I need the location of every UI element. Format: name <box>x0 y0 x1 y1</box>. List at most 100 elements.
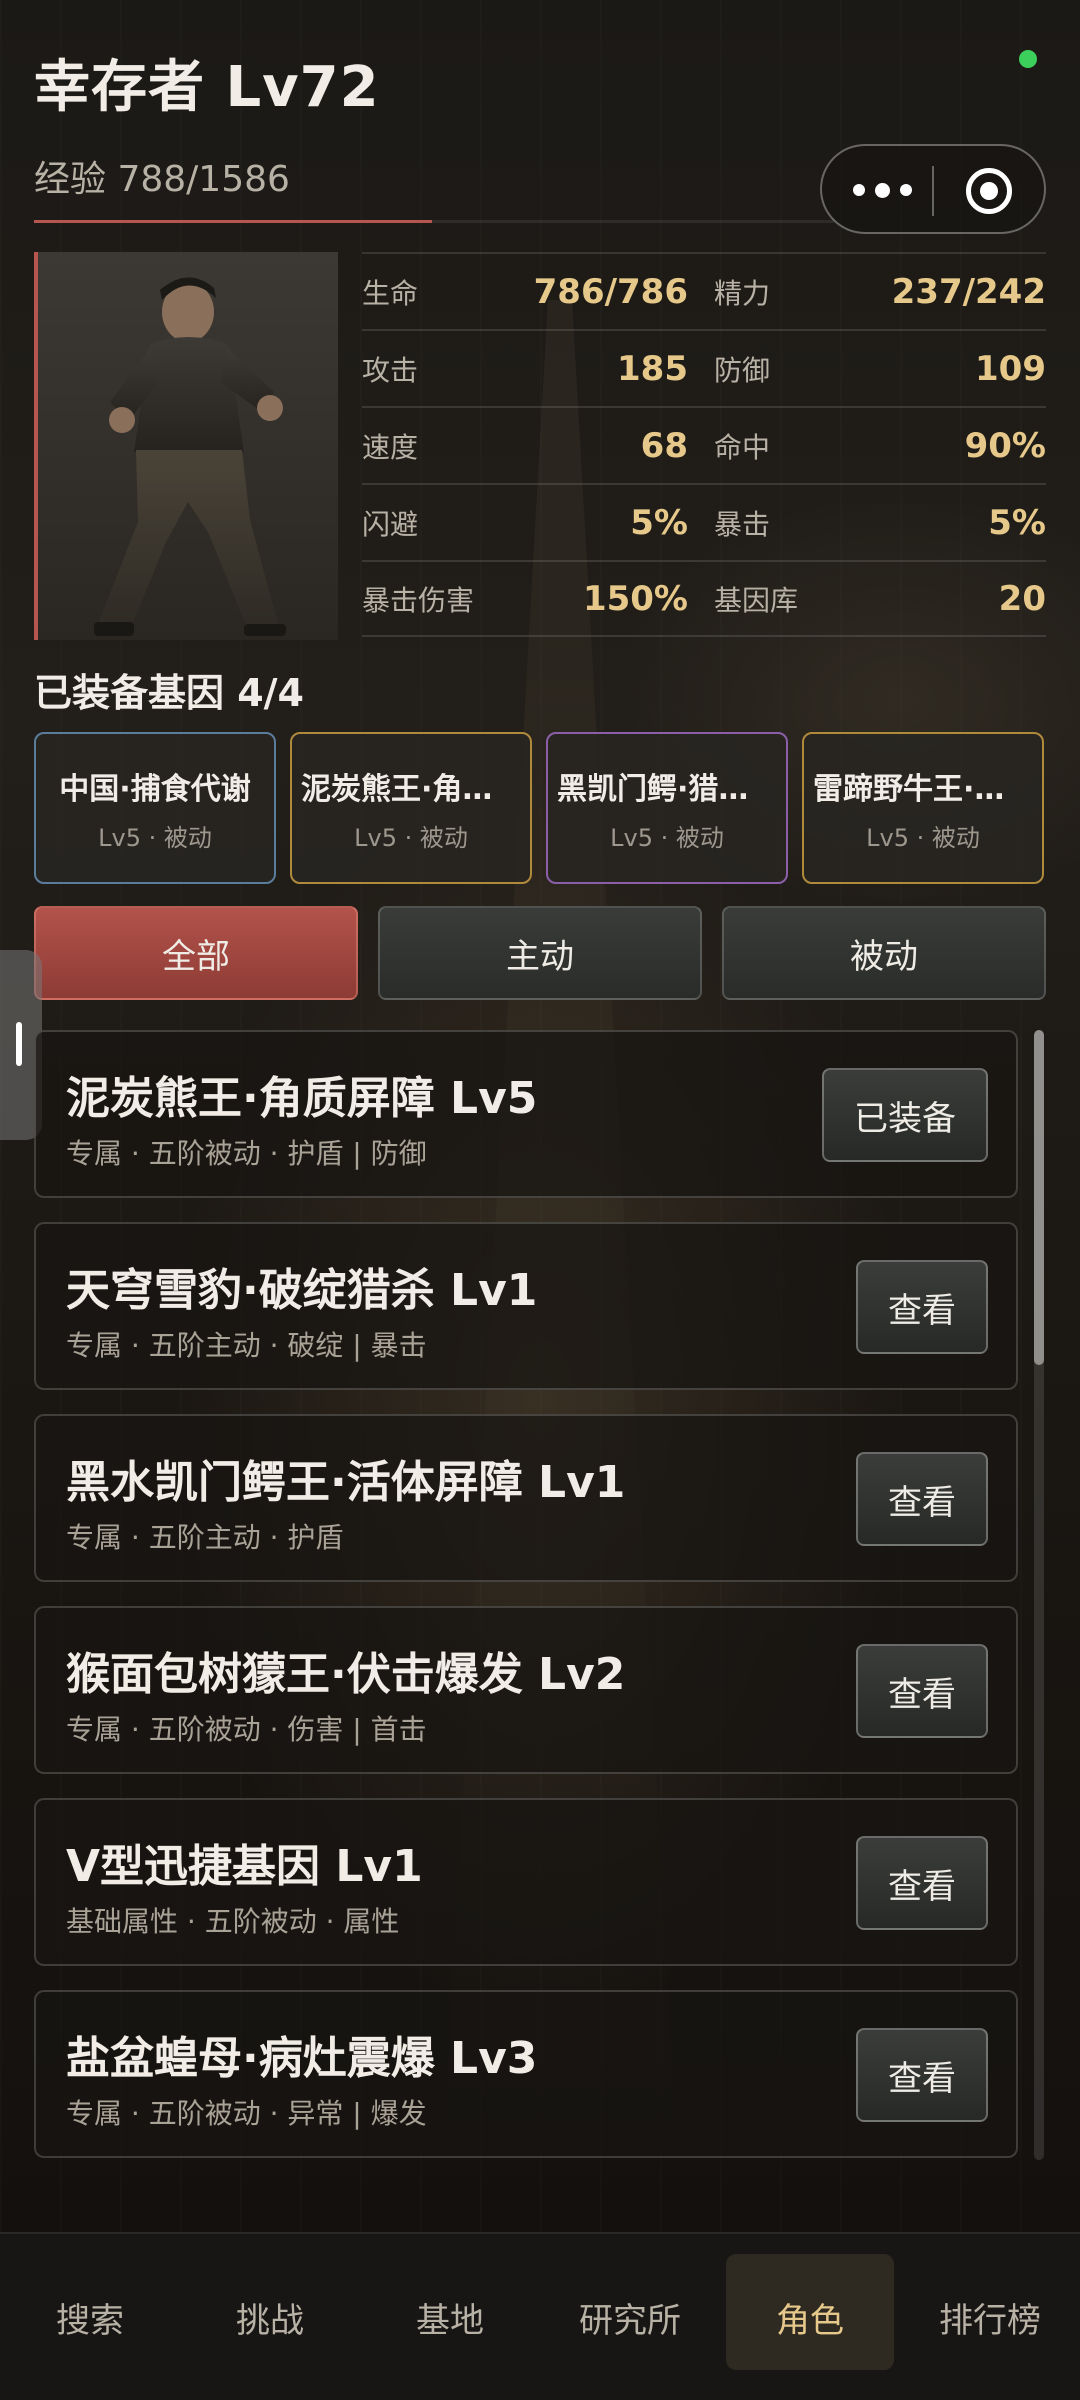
equipped-genes-title: 已装备基因 4/4 <box>34 671 304 715</box>
stat-value: 237/242 <box>891 271 1046 312</box>
nav-item[interactable]: 排行榜 <box>900 2234 1080 2400</box>
online-status-dot <box>1019 50 1037 68</box>
nav-item[interactable]: 角色 <box>720 2234 900 2400</box>
equipped-gene-name: 黑凯门鳄·猎杀之刃 <box>557 771 777 807</box>
nav-item-label: 搜索 <box>56 2300 124 2341</box>
stat-value: 90% <box>964 425 1046 466</box>
stat-label: 攻击 <box>362 353 419 387</box>
view-button[interactable]: 查看 <box>856 1260 988 1354</box>
stat-label: 精力 <box>714 276 771 310</box>
nav-item[interactable]: 挑战 <box>180 2234 360 2400</box>
view-button[interactable]: 查看 <box>856 1644 988 1738</box>
equipped-gene-name: 雷蹄野牛王·冲锋践踏 <box>813 771 1033 807</box>
filter-tab-passive[interactable]: 被动 <box>722 906 1046 1000</box>
stat-row: 速度 68 命中 90% <box>362 406 1046 483</box>
stat-value: 20 <box>998 578 1046 619</box>
gene-list-item[interactable]: 黑水凯门鳄王·活体屏障 Lv1 专属 · 五阶主动 · 护盾 查看 <box>34 1414 1018 1582</box>
nav-item-label: 排行榜 <box>939 2300 1041 2341</box>
gene-tags: 专属 · 五阶被动 · 护盾 | 防御 <box>66 1137 427 1170</box>
stat-value: 5% <box>630 502 688 543</box>
equipped-gene-level: Lv5 · 被动 <box>354 823 468 852</box>
stat-label: 命中 <box>714 430 771 464</box>
nav-item-label: 角色 <box>776 2300 844 2341</box>
exp-label: 经验 788/1586 <box>34 159 290 200</box>
more-dots-icon[interactable] <box>850 180 914 200</box>
stat-cell: 防御 109 <box>704 349 1046 389</box>
view-button[interactable]: 查看 <box>856 2028 988 2122</box>
gene-name: 盐盆蝗母·病灶震爆 Lv3 <box>66 2033 538 2084</box>
gene-list-item[interactable]: 天穹雪豹·破绽猎杀 Lv1 专属 · 五阶主动 · 破绽 | 暴击 查看 <box>34 1222 1018 1390</box>
stat-label: 防御 <box>714 353 771 387</box>
gene-tags: 专属 · 五阶主动 · 破绽 | 暴击 <box>66 1329 427 1362</box>
page-title: 幸存者 Lv72 <box>34 55 380 120</box>
nav-item-label: 基地 <box>416 2300 484 2341</box>
stat-cell: 精力 237/242 <box>704 272 1046 312</box>
equipped-gene-level: Lv5 · 被动 <box>866 823 980 852</box>
view-button[interactable]: 查看 <box>856 1452 988 1546</box>
gene-name: V型迅捷基因 Lv1 <box>66 1841 423 1892</box>
nav-item-label: 挑战 <box>236 2300 304 2341</box>
stat-label: 基因库 <box>714 583 799 617</box>
stat-label: 生命 <box>362 276 419 310</box>
gene-list: 泥炭熊王·角质屏障 Lv5 专属 · 五阶被动 · 护盾 | 防御 已装备天穹雪豹·… <box>34 1030 1018 2182</box>
stat-row: 暴击伤害 150% 基因库 20 <box>362 560 1046 637</box>
stat-cell: 命中 90% <box>704 426 1046 466</box>
equipped-gene-card[interactable]: 中国·捕食代谢 Lv5 · 被动 <box>34 732 276 884</box>
gene-name: 黑水凯门鳄王·活体屏障 Lv1 <box>66 1457 626 1508</box>
stat-label: 速度 <box>362 430 419 464</box>
target-circle-icon[interactable] <box>966 168 1012 214</box>
stat-value: 68 <box>640 425 688 466</box>
stat-cell: 生命 786/786 <box>362 272 704 312</box>
stat-label: 闪避 <box>362 507 419 541</box>
equipped-gene-card[interactable]: 泥炭熊王·角质屏障 Lv5 · 被动 <box>290 732 532 884</box>
stat-value: 185 <box>617 348 688 389</box>
equipped-button[interactable]: 已装备 <box>822 1068 988 1162</box>
stats-table: 生命 786/786 精力 237/242 攻击 185 防御 109 速度 68 命中 90% 闪避 5… <box>362 252 1046 637</box>
nav-item-label: 研究所 <box>579 2300 681 2341</box>
nav-item[interactable]: 研究所 <box>540 2234 720 2400</box>
gene-tags: 基础属性 · 五阶被动 · 属性 <box>66 1905 400 1938</box>
equipped-gene-level: Lv5 · 被动 <box>610 823 724 852</box>
filter-tab-active[interactable]: 主动 <box>378 906 702 1000</box>
equipped-genes-row: 中国·捕食代谢Lv5 · 被动泥炭熊王·角质屏障Lv5 · 被动黑凯门鳄·猎杀之… <box>34 732 1046 884</box>
stat-cell: 速度 68 <box>362 426 704 466</box>
equipped-gene-name: 泥炭熊王·角质屏障 <box>301 771 521 807</box>
stat-label: 暴击伤害 <box>362 583 475 617</box>
equipped-gene-name: 中国·捕食代谢 <box>59 771 251 807</box>
gene-tags: 专属 · 五阶主动 · 护盾 <box>66 1521 344 1554</box>
exp-progress-fill <box>34 220 432 223</box>
gene-list-item[interactable]: 盐盆蝗母·病灶震爆 Lv3 专属 · 五阶被动 · 异常 | 爆发 查看 <box>34 1990 1018 2158</box>
gene-list-item[interactable]: 泥炭熊王·角质屏障 Lv5 专属 · 五阶被动 · 护盾 | 防御 已装备 <box>34 1030 1018 1198</box>
gene-name: 泥炭熊王·角质屏障 Lv5 <box>66 1073 538 1124</box>
stat-cell: 暴击 5% <box>704 503 1046 543</box>
gene-tags: 专属 · 五阶被动 · 伤害 | 首击 <box>66 1713 427 1746</box>
stat-value: 786/786 <box>533 271 688 312</box>
stat-cell: 基因库 20 <box>704 579 1046 619</box>
gene-list-item[interactable]: V型迅捷基因 Lv1 基础属性 · 五阶被动 · 属性 查看 <box>34 1798 1018 1966</box>
stat-row: 闪避 5% 暴击 5% <box>362 483 1046 560</box>
capsule-divider <box>932 166 934 216</box>
stat-cell: 闪避 5% <box>362 503 704 543</box>
equipped-gene-card[interactable]: 黑凯门鳄·猎杀之刃 Lv5 · 被动 <box>546 732 788 884</box>
view-button[interactable]: 查看 <box>856 1836 988 1930</box>
gene-name: 天穹雪豹·破绽猎杀 Lv1 <box>66 1265 538 1316</box>
stat-value: 150% <box>582 578 688 619</box>
stat-row: 生命 786/786 精力 237/242 <box>362 252 1046 329</box>
gene-list-scrollbar[interactable] <box>1034 1030 1044 2160</box>
scrollbar-thumb[interactable] <box>1034 1030 1044 1365</box>
stat-cell: 攻击 185 <box>362 349 704 389</box>
gene-tags: 专属 · 五阶被动 · 异常 | 爆发 <box>66 2097 427 2130</box>
nav-item[interactable]: 基地 <box>360 2234 540 2400</box>
stat-label: 暴击 <box>714 507 771 541</box>
stat-value: 109 <box>975 348 1046 389</box>
nav-item[interactable]: 搜索 <box>0 2234 180 2400</box>
filter-tabs: 全部 主动 被动 <box>34 906 1046 1000</box>
equipped-gene-card[interactable]: 雷蹄野牛王·冲锋践踏 Lv5 · 被动 <box>802 732 1044 884</box>
character-portrait <box>34 252 338 640</box>
gene-list-item[interactable]: 猴面包树獴王·伏击爆发 Lv2 专属 · 五阶被动 · 伤害 | 首击 查看 <box>34 1606 1018 1774</box>
miniprogram-capsule <box>820 144 1046 234</box>
equipped-gene-level: Lv5 · 被动 <box>98 823 212 852</box>
filter-tab-all[interactable]: 全部 <box>34 906 358 1000</box>
stat-value: 5% <box>988 502 1046 543</box>
gene-name: 猴面包树獴王·伏击爆发 Lv2 <box>66 1649 626 1700</box>
